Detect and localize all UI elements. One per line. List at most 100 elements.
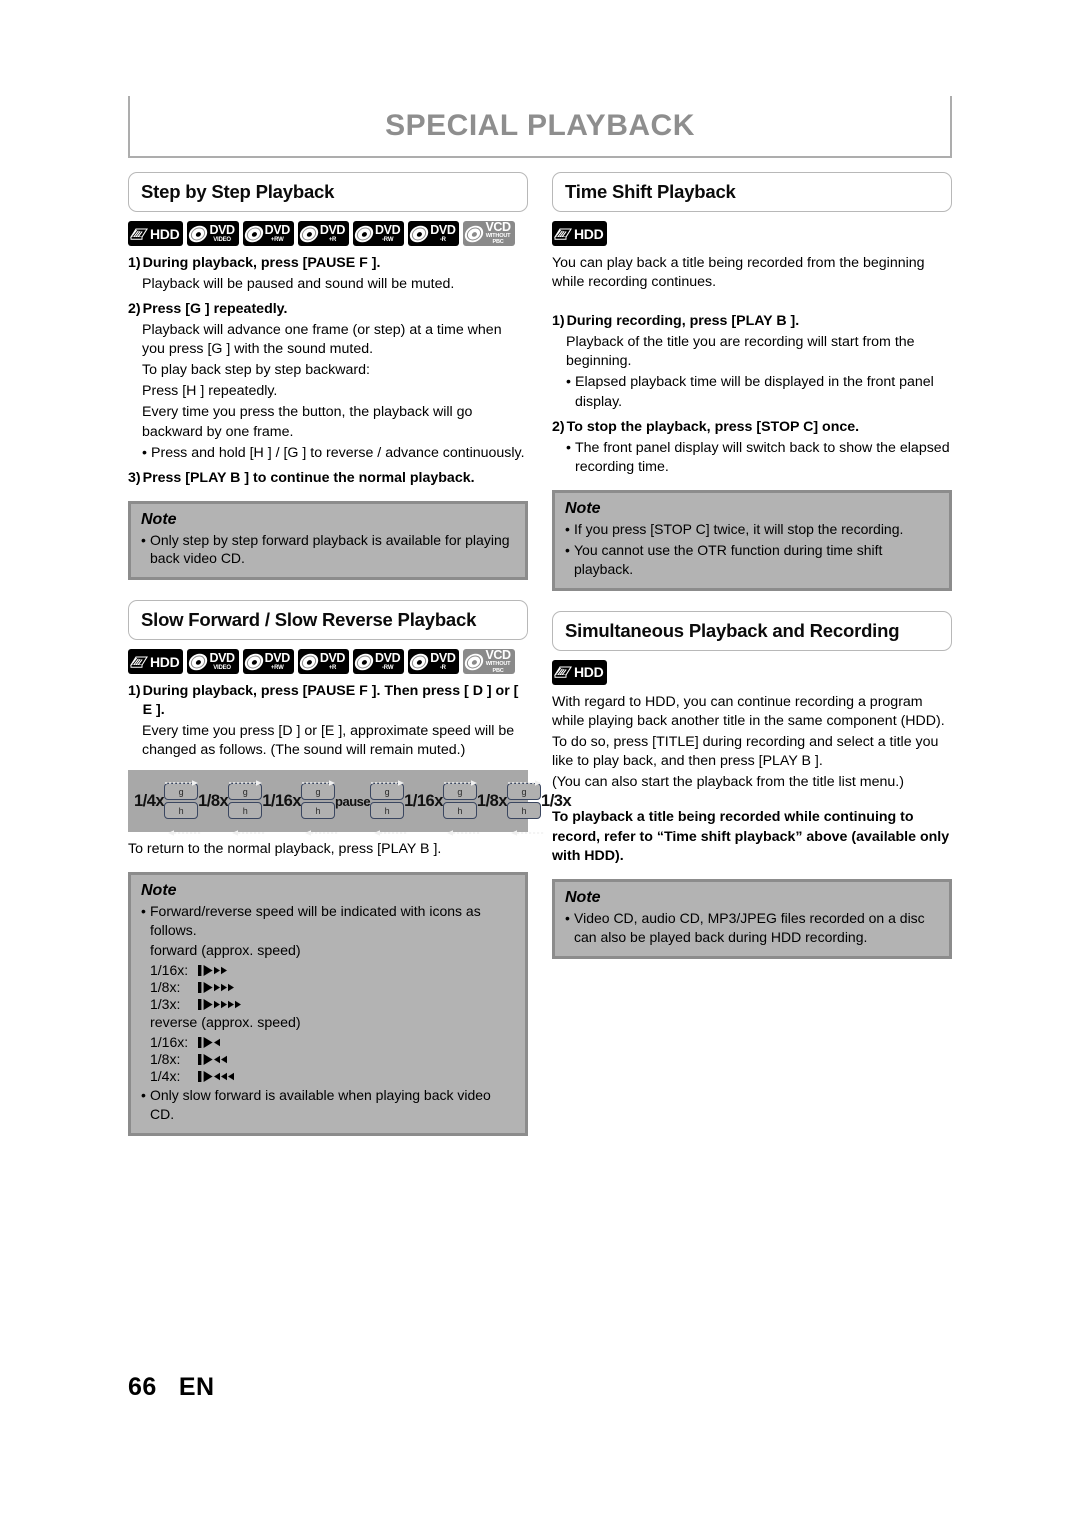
key-h-button[interactable]: h <box>301 802 336 820</box>
speed-label: 1/16x <box>404 791 443 810</box>
step-text: To stop the playback, press [STOP C] onc… <box>566 418 860 435</box>
speed-value: 1/16x: <box>150 1034 189 1051</box>
key-h-button[interactable]: h <box>507 802 542 820</box>
vcd-main: VCD <box>485 648 511 663</box>
reverse-speed-label: reverse (approx. speed) <box>150 1015 301 1032</box>
step-number: 1) <box>552 313 565 330</box>
arrow-left-icon <box>444 823 480 836</box>
page-number: 66 <box>128 1373 157 1401</box>
arrow-left-icon <box>165 823 202 836</box>
disc-glyph-icon <box>298 225 320 242</box>
dvd-minus-rw-main: DVD <box>375 223 401 237</box>
hdd-label: HDD <box>150 653 180 670</box>
left-column: Step by Step Playback HDD DVD VIDEO DVD +R… <box>128 172 572 1137</box>
hdd-label: HDD <box>574 664 604 681</box>
arrow-right-icon <box>165 773 201 786</box>
dvd-plus-rw-icon: DVD +RW <box>242 649 294 675</box>
step-item: 2) Press [G ] repeatedly. <box>128 300 528 319</box>
disc-glyph-icon <box>242 653 265 671</box>
dvd-video-icon: DVD VIDEO <box>187 649 239 675</box>
step-item: 1) During recording, press [PLAY B ]. <box>552 312 952 331</box>
bullet-dot-icon: • <box>565 520 570 537</box>
section-heading-label: Step by Step Playback <box>141 181 335 202</box>
slow-reverse-2x-icon <box>198 1053 242 1066</box>
bullet-item: • You cannot use the OTR function during… <box>565 541 939 579</box>
note-title: Note <box>565 499 601 517</box>
speed-value: 1/8x: <box>150 979 181 996</box>
bullet-text: Elapsed playback time will be displayed … <box>575 374 934 410</box>
dvd-video-main: DVD <box>209 223 235 237</box>
dvd-plus-rw-icon: DVD +RW <box>242 221 294 246</box>
step-number: 3) <box>128 469 141 486</box>
dvd-plus-rw-sub: +RW <box>270 665 284 672</box>
note-title: Note <box>565 888 601 906</box>
speed-icon-row: 1/16x: <box>150 1034 515 1050</box>
hdd-label: HDD <box>574 225 604 242</box>
disc-glyph-icon <box>187 653 210 671</box>
key-pair: g h <box>442 773 480 836</box>
dvd-minus-rw-icon: DVD -RW <box>353 649 405 675</box>
return-to-normal-text: To return to the normal playback, press … <box>128 841 442 858</box>
dvd-minus-rw-sub: -RW <box>382 665 394 672</box>
speed-value: 1/16x: <box>150 962 189 979</box>
step-number: 2) <box>128 300 141 317</box>
section-heading-label: Time Shift Playback <box>565 181 736 202</box>
bullet-text: Only slow forward is available when play… <box>150 1087 491 1123</box>
arrow-right-icon <box>229 773 265 786</box>
step-description: Every time you press [D ] or [E ], appro… <box>142 722 515 758</box>
vcd-sub2: PBC <box>492 667 504 674</box>
hdd-icon: HDD <box>128 221 184 246</box>
hdd-glyph-icon <box>554 664 573 680</box>
disc-glyph-icon <box>408 653 431 671</box>
hdd-glyph-icon <box>130 654 149 670</box>
arrow-right-icon <box>508 773 544 786</box>
section-paragraph: (You can also start the playback from th… <box>552 774 904 791</box>
dvd-plus-rw-main: DVD <box>264 651 291 666</box>
dvd-plus-r-icon: DVD +R <box>297 221 350 246</box>
dvd-video-sub: VIDEO <box>213 237 231 243</box>
dvd-minus-r-sub: -R <box>439 237 446 243</box>
step-text: Press [G ] repeatedly. <box>142 300 288 317</box>
step-text: During playback, press [PAUSE F ]. <box>142 255 381 271</box>
step-description: Playback will advance one frame (or step… <box>142 321 502 357</box>
speed-label: 1/4x <box>134 791 165 810</box>
manual-page: SPECIAL PLAYBACK Step by Step Playback H… <box>128 96 952 1137</box>
vcd-sub2: PBC <box>492 239 504 246</box>
bullet-item: • Forward/reverse speed will be indicate… <box>141 902 515 940</box>
bullet-dot-icon: • <box>566 439 571 456</box>
arrow-right-icon <box>302 773 338 786</box>
section-heading-label: Simultaneous Playback and Recording <box>565 619 900 641</box>
bullet-item: • Video CD, audio CD, MP3/JPEG files rec… <box>565 909 939 947</box>
key-h-button[interactable]: h <box>442 802 477 820</box>
dvd-minus-rw-icon: DVD -RW <box>353 221 405 246</box>
speed-value: 1/3x: <box>150 996 181 1013</box>
bullet-text: If you press [STOP C] twice, it will sto… <box>574 520 904 537</box>
key-h-button[interactable]: h <box>228 802 263 820</box>
dvd-video-sub: VIDEO <box>213 665 231 672</box>
step-text: During playback, press [PAUSE F ]. Then … <box>142 683 519 719</box>
slow-forward-2x-icon <box>198 964 242 977</box>
hdd-glyph-icon <box>554 226 573 242</box>
disc-glyph-icon <box>298 653 320 671</box>
key-pair: g h <box>228 773 266 836</box>
bullet-text: Press and hold [H ] / [G ] to reverse / … <box>151 444 525 461</box>
key-h-button[interactable]: h <box>164 802 199 820</box>
dvd-minus-r-main: DVD <box>430 651 456 666</box>
speed-label: 1/8x <box>476 791 508 810</box>
note-box: Note • Forward/reverse speed will be ind… <box>128 872 528 1137</box>
section-heading-time-shift: Time Shift Playback <box>552 172 952 212</box>
bullet-item: • Only slow forward is available when pl… <box>141 1086 515 1124</box>
step-description: To play back step by step backward: <box>142 361 370 378</box>
hdd-icon: HDD <box>552 659 608 685</box>
key-h-button[interactable]: h <box>370 802 405 820</box>
note-title: Note <box>141 510 177 528</box>
forward-speed-label: forward (approx. speed) <box>150 943 301 960</box>
step-item: 3) Press [PLAY B ] to continue the norma… <box>128 469 528 488</box>
two-column-body: Step by Step Playback HDD DVD VIDEO DVD +R… <box>128 172 952 1137</box>
disc-glyph-icon <box>353 653 375 671</box>
slow-speed-diagram: 1/4x g h 1/8x g h 1/16x g h pause g h 1/… <box>128 770 572 836</box>
dvd-minus-rw-sub: -RW <box>382 237 394 243</box>
media-icon-row-slow-playback: HDD DVD VIDEO DVD +RW DVD +R DVD -RW DVD… <box>128 648 528 675</box>
page-language: EN <box>178 1373 215 1401</box>
hdd-icon: HDD <box>128 649 184 675</box>
